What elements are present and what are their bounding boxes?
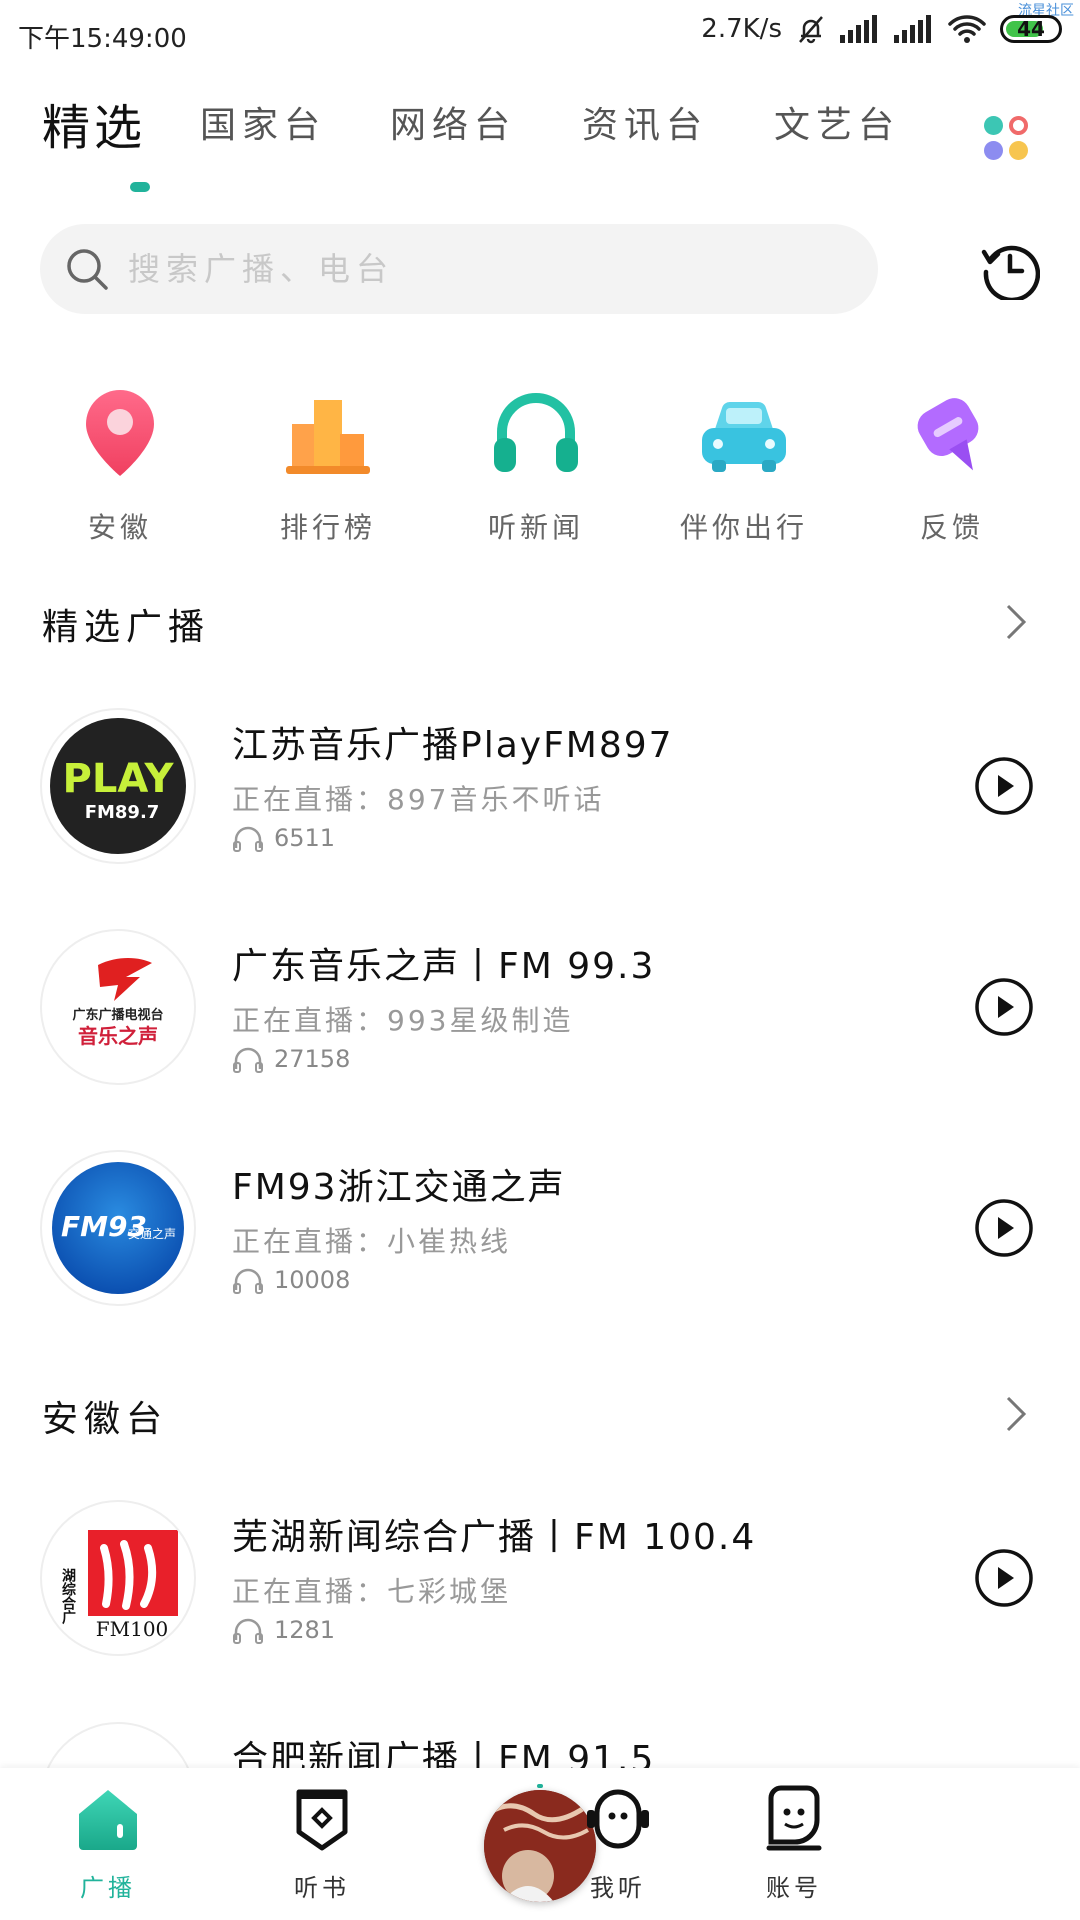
play-icon[interactable] [974, 756, 1034, 816]
station-row[interactable]: FM93 交通之声 FM93浙江交通之声 正在直播：小崔热线 10008 [40, 1150, 1040, 1310]
quick-label: 听新闻 [487, 511, 584, 544]
play-icon[interactable] [974, 977, 1034, 1037]
headphones-small-icon [233, 1268, 263, 1294]
svg-text:交通之声: 交通之声 [128, 1226, 176, 1241]
status-icons: 2.7K/s 44 [701, 14, 1062, 44]
svg-text:PLAY: PLAY [63, 756, 175, 802]
quick-anhui[interactable]: 安徽 [20, 384, 220, 546]
station-name: 广东音乐之声丨FM 99.3 [232, 946, 656, 987]
tab-indicator [130, 182, 150, 192]
station-logo: PLAY FM89.7 [40, 708, 196, 864]
nav-label: 我听 [590, 1874, 646, 1902]
svg-text:FM89.7: FM89.7 [85, 802, 160, 823]
section-title-featured: 精选广播 [42, 607, 211, 648]
station-row[interactable]: 湖综合广 FM100 芜湖新闻综合广播丨FM 100.4 正在直播：七彩城堡 12… [40, 1500, 1040, 1660]
station-live-program: 正在直播：993星级制造 [232, 1004, 574, 1037]
nav-audiobooks[interactable]: 听书 [252, 1784, 392, 1903]
nav-center-indicator [537, 1784, 543, 1788]
listener-count: 6511 [232, 824, 335, 852]
quick-ranking[interactable]: 排行榜 [228, 384, 428, 546]
quick-label: 安徽 [87, 511, 152, 544]
search-bar[interactable] [40, 224, 878, 314]
mute-bell-icon [799, 16, 823, 44]
chevron-right-icon[interactable] [1000, 1394, 1030, 1434]
home-icon [79, 1790, 137, 1850]
search-icon [67, 249, 108, 290]
headphones-icon [494, 393, 578, 472]
chevron-right-icon[interactable] [1000, 602, 1030, 642]
nav-my-listening[interactable]: 我听 [548, 1784, 688, 1903]
quick-travel[interactable]: 伴你出行 [644, 384, 844, 546]
tab-network[interactable]: 网络台 [390, 96, 516, 148]
network-speed: 2.7K/s [701, 14, 782, 44]
headset-face-icon [587, 1789, 649, 1849]
signal-icon [840, 15, 877, 43]
listener-count: 10008 [232, 1266, 350, 1294]
category-tabs: 精选 国家台 网络台 资讯台 文艺台 [42, 96, 1040, 196]
svg-text:音乐之声: 音乐之声 [78, 1024, 158, 1048]
history-clock-icon[interactable] [980, 240, 1040, 300]
all-categories-icon[interactable] [984, 116, 1030, 162]
svg-text:广东广播电视台: 广东广播电视台 [72, 1007, 163, 1023]
quick-news[interactable]: 听新闻 [436, 384, 636, 546]
station-live-program: 正在直播：七彩城堡 [232, 1575, 512, 1608]
station-logo: 广东广播电视台 音乐之声 [40, 929, 196, 1085]
station-name: FM93浙江交通之声 [232, 1167, 566, 1208]
search-input[interactable] [126, 249, 830, 289]
station-row[interactable]: PLAY FM89.7 江苏音乐广播PlayFM897 正在直播：897音乐不听话… [40, 708, 1040, 868]
headphones-small-icon [233, 826, 263, 852]
feedback-icon [917, 398, 979, 471]
bottom-nav: 广播 听书 我听 账号 [0, 1768, 1080, 1920]
tab-arts[interactable]: 文艺台 [774, 96, 900, 148]
location-pin-icon [86, 390, 154, 476]
ranking-icon [286, 400, 370, 474]
signal-icon-2 [894, 15, 931, 43]
car-icon [702, 401, 786, 472]
quick-label: 排行榜 [279, 511, 376, 544]
station-live-program: 正在直播：小崔热线 [232, 1225, 512, 1258]
nav-label: 听书 [294, 1874, 350, 1902]
nav-label: 账号 [766, 1874, 822, 1902]
nav-label: 广播 [80, 1874, 136, 1902]
svg-text:FM100: FM100 [96, 1617, 169, 1641]
station-live-program: 正在直播：897音乐不听话 [232, 783, 605, 816]
account-face-icon [766, 1785, 822, 1851]
nav-broadcast[interactable]: 广播 [38, 1784, 178, 1903]
tab-news[interactable]: 资讯台 [582, 96, 708, 148]
play-icon[interactable] [974, 1548, 1034, 1608]
station-logo: 湖综合广 FM100 [40, 1500, 196, 1656]
play-icon[interactable] [974, 1198, 1034, 1258]
station-logo: FM93 交通之声 [40, 1150, 196, 1306]
station-name: 芜湖新闻综合广播丨FM 100.4 [232, 1517, 757, 1558]
quick-label: 反馈 [919, 511, 984, 544]
quick-label: 伴你出行 [679, 511, 808, 544]
status-time: 下午15:49:00 [18, 24, 187, 54]
tab-featured[interactable]: 精选 [42, 88, 146, 158]
station-row[interactable]: 广东广播电视台 音乐之声 广东音乐之声丨FM 99.3 正在直播：993星级制造 … [40, 929, 1040, 1089]
quick-feedback[interactable]: 反馈 [852, 384, 1052, 546]
headphones-small-icon [233, 1618, 263, 1644]
battery-icon: 44 [1000, 15, 1062, 43]
listener-count: 1281 [232, 1616, 335, 1644]
tab-national[interactable]: 国家台 [200, 96, 326, 148]
book-badge-icon [296, 1789, 348, 1851]
section-title-anhui: 安徽台 [42, 1399, 169, 1440]
nav-account[interactable]: 账号 [724, 1784, 864, 1903]
listener-count: 27158 [232, 1045, 350, 1073]
svg-text:湖综合广: 湖综合广 [60, 1568, 76, 1625]
station-name: 江苏音乐广播PlayFM897 [232, 725, 674, 766]
headphones-small-icon [233, 1047, 263, 1073]
wifi-icon [948, 15, 986, 43]
